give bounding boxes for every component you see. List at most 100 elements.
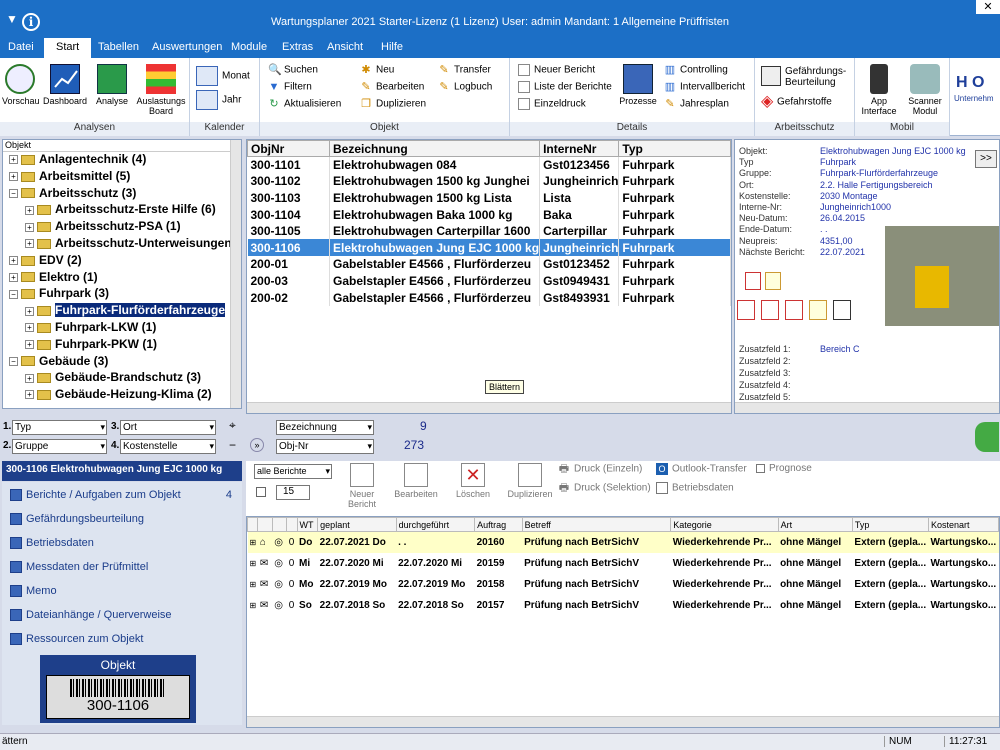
menu-hilfe[interactable]: Hilfe xyxy=(381,41,403,53)
duplizieren-button[interactable]: ❐ Duplizieren xyxy=(360,98,426,110)
table-row[interactable]: 300-1106 Elektrohubwagen Jung EJC 1000 kg… xyxy=(247,239,731,257)
report-col-header[interactable]: Art xyxy=(777,517,853,532)
monat-button[interactable]: Monat xyxy=(196,66,250,86)
filter-ort-select[interactable]: Ort xyxy=(120,420,216,435)
col-bezeichnung[interactable]: Bezeichnung xyxy=(328,140,541,157)
menu-ansicht[interactable]: Ansicht xyxy=(327,41,363,53)
minus-icon[interactable]: − xyxy=(229,438,236,452)
table-row[interactable]: 300-1103 Elektrohubwagen 1500 kg Lista Lis… xyxy=(247,189,731,207)
report-col-header[interactable]: Kategorie xyxy=(670,517,779,532)
menu-datei[interactable]: Datei xyxy=(8,41,34,53)
jahr-button[interactable]: Jahr xyxy=(196,90,241,110)
expand-row-icon[interactable]: ⊞ xyxy=(248,595,258,616)
table-row[interactable]: 200-02 Gabelstapler E4566 , Flurförderzeu… xyxy=(247,289,731,306)
filter-gruppe-select[interactable]: Gruppe xyxy=(12,439,107,454)
suchen-button[interactable]: 🔍 Suchen xyxy=(268,64,318,76)
table-row[interactable]: 300-1105 Elektrohubwagen Carterpillar 160… xyxy=(247,222,731,240)
report-col-header[interactable]: Auftrag xyxy=(474,517,523,532)
report-col-header[interactable]: Betreff xyxy=(521,517,672,532)
prognose-checkbox[interactable]: Prognose xyxy=(756,463,812,474)
table-row[interactable]: 300-1101 Elektrohubwagen 084 Gst0123456 Fuh… xyxy=(247,156,731,174)
collapse-icon[interactable]: » xyxy=(250,438,264,452)
details-hscrollbar[interactable] xyxy=(735,402,999,413)
duplicate-report-button[interactable]: Duplizieren xyxy=(502,463,558,499)
tree-node[interactable]: − Fuhrpark (3) xyxy=(3,286,241,303)
expand-toggle-icon[interactable]: − xyxy=(9,289,18,299)
col-internenr[interactable]: InterneNr xyxy=(539,140,620,157)
table-row[interactable]: 300-1104 Elektrohubwagen Baka 1000 kg Baka… xyxy=(247,206,731,223)
sync-icon[interactable] xyxy=(975,422,999,452)
report-row[interactable]: ⊞ ✉ ◎ 0 Mo 22.07.2019 Mo 22.07.2019 Mo 20158 Prü… xyxy=(248,574,999,595)
table-row[interactable]: 200-03 Gabelstapler E4566 , Flurförderzeu… xyxy=(247,272,731,290)
transfer-button[interactable]: ✎ Transfer xyxy=(438,64,490,76)
menu-auswertungen[interactable]: Auswertungen xyxy=(152,41,222,53)
expand-toggle-icon[interactable]: + xyxy=(9,172,18,182)
report-col-header[interactable] xyxy=(286,517,298,532)
tree-node[interactable]: − Gebäude (3) xyxy=(3,354,241,371)
outlook-transfer-button[interactable]: O Outlook-Transfer xyxy=(656,463,747,475)
expand-toggle-icon[interactable]: + xyxy=(25,373,34,383)
vorschau-button[interactable]: Vorschau xyxy=(2,64,40,106)
controlling-button[interactable]: ▥ Controlling xyxy=(664,64,728,76)
menu-module[interactable]: Module xyxy=(231,41,267,53)
col-objnr[interactable]: ObjNr xyxy=(247,140,330,157)
print-single-button[interactable]: 🖶 Druck (Einzeln) xyxy=(558,463,643,475)
nav-item[interactable]: Memo xyxy=(2,580,242,602)
report-col-header[interactable] xyxy=(246,517,259,532)
table-row[interactable]: 200-01 Gabelstabler E4566 , Flurförderzeu… xyxy=(247,256,731,273)
liste-der-berichte-button[interactable]: Liste der Berichte xyxy=(518,81,612,93)
tree-node[interactable]: + Arbeitsmittel (5) xyxy=(3,169,241,186)
nav-item[interactable]: Ressourcen zum Objekt xyxy=(2,628,242,650)
menu-tabellen[interactable]: Tabellen xyxy=(98,41,139,53)
tree-node[interactable]: + Fuhrpark-PKW (1) xyxy=(3,337,241,354)
expand-row-icon[interactable]: ⊞ xyxy=(247,531,258,553)
scanner-modul-button[interactable]: Scanner Modul xyxy=(903,64,947,116)
tree-node[interactable]: + Arbeitsschutz-Unterweisungen xyxy=(3,236,241,253)
nav-item[interactable]: Dateianhänge / Querverweise xyxy=(2,604,242,626)
expand-toggle-icon[interactable]: + xyxy=(9,272,18,282)
report-col-header[interactable]: geplant xyxy=(317,517,397,532)
expand-toggle-icon[interactable]: + xyxy=(9,155,18,165)
col-typ[interactable]: Typ xyxy=(618,140,731,157)
pin-icon[interactable]: ⌖ xyxy=(229,418,236,433)
document-icon[interactable] xyxy=(765,272,781,290)
pdf-icon[interactable] xyxy=(785,300,803,320)
tree-node[interactable]: + Anlagentechnik (4) xyxy=(3,152,241,169)
report-checkbox[interactable] xyxy=(256,487,266,497)
tree-node[interactable]: + Gebäude-Brandschutz (3) xyxy=(3,370,241,387)
tree-node[interactable]: + Arbeitsschutz-Erste Hilfe (6) xyxy=(3,202,241,219)
expand-toggle-icon[interactable]: + xyxy=(25,205,34,215)
expand-toggle-icon[interactable]: + xyxy=(25,390,34,400)
report-col-header[interactable] xyxy=(257,517,273,532)
menu-extras[interactable]: Extras xyxy=(282,41,313,53)
expand-toggle-icon[interactable]: − xyxy=(9,356,18,366)
tree-node[interactable]: + Arbeitsschutz-PSA (1) xyxy=(3,219,241,236)
pdf-icon[interactable] xyxy=(761,300,779,320)
tree-node[interactable]: + Fuhrpark-LKW (1) xyxy=(3,320,241,337)
logbuch-button[interactable]: ✎ Logbuch xyxy=(438,81,492,93)
pdf-icon[interactable] xyxy=(737,300,755,320)
dashboard-button[interactable]: Dashboard xyxy=(42,64,88,106)
intervallbericht-button[interactable]: ▥ Intervallbericht xyxy=(664,81,745,93)
tree-node[interactable]: − Arbeitsschutz (3) xyxy=(3,186,241,203)
nav-item[interactable]: Messdaten der Prüfmittel xyxy=(2,556,242,578)
table-row[interactable]: 300-1102 Elektrohubwagen 1500 kg Junghei J… xyxy=(247,173,731,190)
report-col-header[interactable]: WT xyxy=(296,517,319,532)
report-row[interactable]: ⊞ ⌂ ◎ 0 Do 22.07.2021 Do. . 20160 Prüfung nach … xyxy=(247,531,999,553)
expand-toggle-icon[interactable]: + xyxy=(9,256,18,266)
gefahrstoffe-button[interactable]: ◈ Gefahrstoffe xyxy=(761,94,832,110)
tree-node[interactable]: + EDV (2) xyxy=(3,253,241,270)
analyse-button[interactable]: Analyse xyxy=(92,64,132,106)
prozesse-button[interactable]: Prozesse xyxy=(618,64,658,106)
report-count-stepper[interactable]: 15 xyxy=(276,485,310,500)
expand-toggle-icon[interactable]: + xyxy=(25,306,34,316)
expand-row-icon[interactable]: ⊞ xyxy=(248,553,258,574)
filter-kostenstelle-select[interactable]: Kostenstelle xyxy=(120,439,216,454)
edit-report-button[interactable]: Bearbeiten xyxy=(390,463,442,499)
betriebsdaten-button[interactable]: Betriebsdaten xyxy=(656,482,734,494)
report-filter-select[interactable]: alle Berichte xyxy=(254,464,332,479)
expand-toggle-icon[interactable]: + xyxy=(25,323,34,333)
expand-toggle-icon[interactable]: + xyxy=(25,222,34,232)
neu-button[interactable]: ✱ Neu xyxy=(360,64,394,76)
pdf-icon[interactable] xyxy=(745,272,761,290)
